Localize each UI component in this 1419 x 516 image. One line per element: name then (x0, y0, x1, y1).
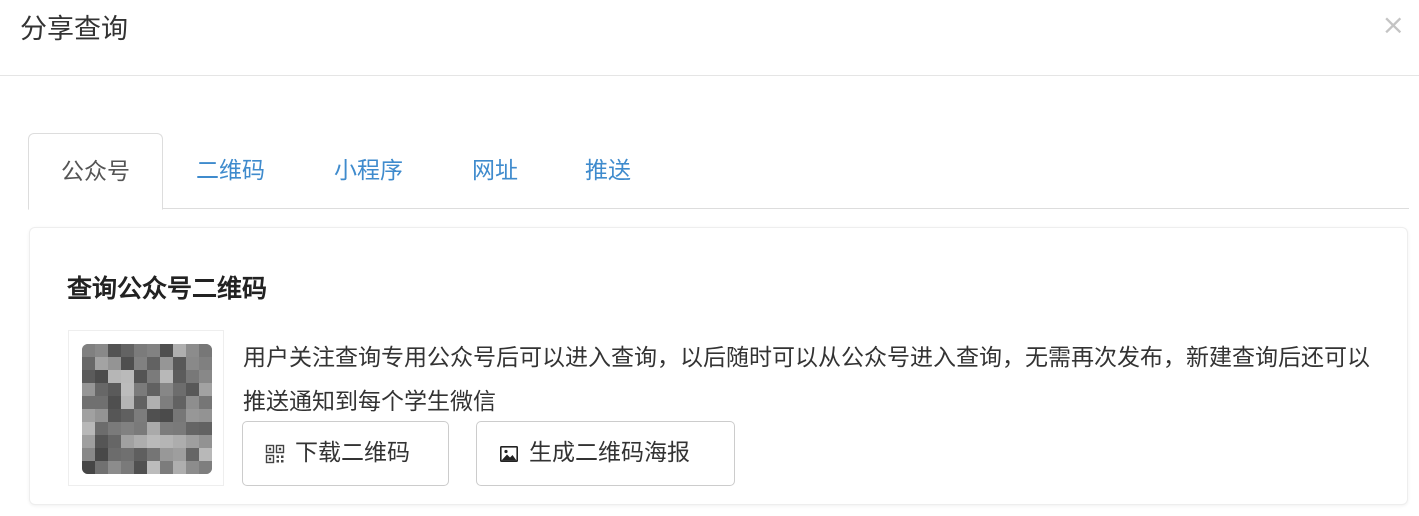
tab-official-account[interactable]: 公众号 (28, 133, 163, 210)
download-qr-label: 下载二维码 (295, 440, 410, 466)
image-icon (500, 445, 518, 462)
tab-mini-program[interactable]: 小程序 (334, 133, 403, 209)
generate-poster-button[interactable]: 生成二维码海报 (476, 421, 735, 486)
qr-code-frame (68, 330, 224, 486)
modal-title: 分享查询 (20, 14, 128, 45)
panel-description: 用户关注查询专用公众号后可以进入查询，以后随时可以从公众号进入查询，无需再次发布… (243, 345, 1370, 415)
share-query-modal: 分享查询 × 公众号 二维码 小程序 网址 推送 查询公众号二维码 用户关注查询… (0, 0, 1419, 516)
share-tabs: 公众号 二维码 小程序 网址 推送 (28, 133, 1409, 210)
qr-code-pixelated-icon (82, 344, 212, 474)
tab-url[interactable]: 网址 (472, 133, 518, 209)
tab-push[interactable]: 推送 (585, 133, 631, 209)
modal-header: 分享查询 × (0, 0, 1419, 76)
generate-poster-label: 生成二维码海报 (529, 440, 690, 466)
download-qr-button[interactable]: 下载二维码 (242, 421, 449, 486)
tab-qr-code[interactable]: 二维码 (196, 133, 265, 209)
close-button[interactable]: × (1382, 10, 1405, 40)
qr-code-image (82, 344, 212, 474)
qrcode-icon (265, 444, 285, 463)
panel-title: 查询公众号二维码 (67, 274, 268, 303)
official-account-panel: 查询公众号二维码 用户关注查询专用公众号后可以进入查询，以后随时可以从公众号进入… (29, 227, 1408, 505)
